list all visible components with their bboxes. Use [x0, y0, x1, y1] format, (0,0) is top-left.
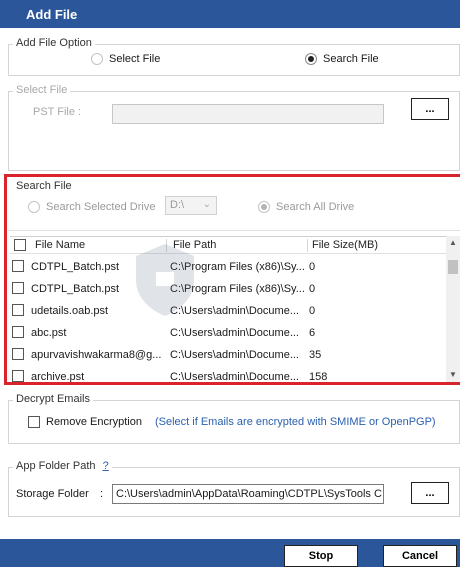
- select-file-radio-label: Select File: [109, 53, 161, 65]
- pst-file-label: PST File :: [33, 106, 82, 118]
- app-folder-label-text: App Folder Path: [16, 460, 96, 472]
- select-file-radio-circle[interactable]: [91, 53, 103, 65]
- storage-folder-colon: :: [100, 488, 104, 500]
- remove-encryption-label: Remove Encryption: [46, 416, 142, 428]
- storage-browse-button[interactable]: ...: [411, 482, 449, 504]
- decrypt-emails-label: Decrypt Emails: [13, 393, 93, 405]
- remove-encryption-checkbox[interactable]: [28, 416, 40, 428]
- select-file-group-label: Select File: [13, 84, 71, 96]
- search-file-radio-circle[interactable]: [305, 53, 317, 65]
- app-folder-label: App Folder Path ?: [13, 460, 112, 472]
- app-folder-help-link[interactable]: ?: [103, 460, 109, 472]
- encryption-note: (Select if Emails are encrypted with SMI…: [155, 416, 436, 428]
- select-file-group: [8, 91, 460, 171]
- search-file-highlight-frame: [4, 174, 460, 385]
- pst-browse-button[interactable]: ...: [411, 98, 449, 120]
- storage-folder-input[interactable]: C:\Users\admin\AppData\Roaming\CDTPL\Sys…: [112, 484, 384, 504]
- storage-folder-label: Storage Folder: [16, 488, 89, 500]
- pst-file-input[interactable]: [112, 104, 384, 124]
- add-file-option-label: Add File Option: [13, 37, 95, 49]
- dialog-title-bar: Add File: [0, 0, 460, 28]
- dialog-title: Add File: [26, 7, 78, 22]
- cancel-button[interactable]: Cancel: [383, 545, 457, 567]
- search-file-radio[interactable]: Search File: [305, 53, 379, 65]
- search-file-radio-label: Search File: [323, 53, 379, 65]
- select-file-radio[interactable]: Select File: [91, 53, 160, 65]
- stop-button[interactable]: Stop: [284, 545, 358, 567]
